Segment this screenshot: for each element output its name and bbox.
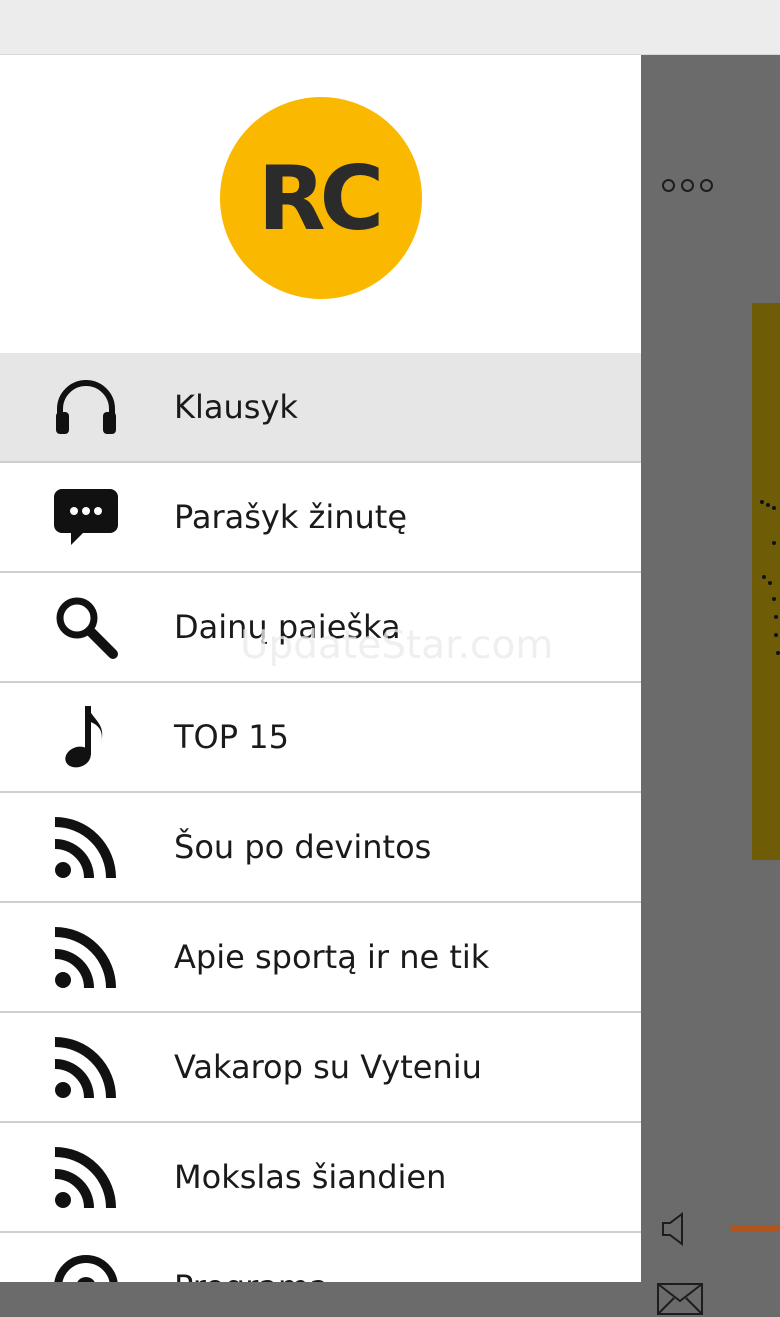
menu-item-label: Šou po devintos	[174, 828, 432, 866]
more-options-icon[interactable]	[662, 179, 713, 192]
broadcast-icon	[52, 1253, 120, 1282]
music-note-icon	[52, 703, 120, 771]
menu-item-label: Parašyk žinutę	[174, 498, 408, 536]
status-bar	[0, 0, 780, 55]
menu-item-sou-po-devintos[interactable]: Šou po devintos	[0, 793, 641, 903]
menu-item-apie-sporta[interactable]: Apie sportą ir ne tik	[0, 903, 641, 1013]
menu-item-label: TOP 15	[174, 718, 289, 756]
album-art	[752, 303, 780, 860]
volume-icon[interactable]	[660, 1211, 690, 1247]
rss-icon	[52, 1143, 120, 1211]
logo-text: RC	[257, 146, 384, 250]
menu-item-programa[interactable]: Programa	[0, 1233, 641, 1282]
headphones-icon	[52, 373, 120, 441]
search-icon	[52, 593, 120, 661]
menu-item-parasyk-zinute[interactable]: Parašyk žinutę	[0, 463, 641, 573]
menu-item-label: Dainų paieška	[174, 608, 401, 646]
menu-item-label: Klausyk	[174, 388, 298, 426]
chat-bubble-icon	[52, 483, 120, 551]
station-logo: RC	[220, 97, 422, 299]
drawer-header: RC	[0, 55, 641, 353]
rss-icon	[52, 1033, 120, 1101]
menu-item-label: Programa	[174, 1268, 329, 1282]
menu-item-mokslas-siandien[interactable]: Mokslas šiandien	[0, 1123, 641, 1233]
volume-slider[interactable]	[730, 1225, 780, 1231]
rss-icon	[52, 923, 120, 991]
rss-icon	[52, 813, 120, 881]
mail-icon[interactable]	[656, 1281, 704, 1317]
menu-item-label: Vakarop su Vyteniu	[174, 1048, 482, 1086]
menu-item-label: Apie sportą ir ne tik	[174, 938, 490, 976]
menu-item-dainu-paieska[interactable]: Dainų paieška	[0, 573, 641, 683]
navigation-drawer: RC Klausyk Parašyk žinutę Dainų paieška …	[0, 55, 641, 1282]
menu-item-top-15[interactable]: TOP 15	[0, 683, 641, 793]
menu-item-klausyk[interactable]: Klausyk	[0, 353, 641, 463]
menu-item-label: Mokslas šiandien	[174, 1158, 447, 1196]
menu-item-vakarop-su-vyteniu[interactable]: Vakarop su Vyteniu	[0, 1013, 641, 1123]
drawer-menu: Klausyk Parašyk žinutę Dainų paieška TOP…	[0, 353, 641, 1282]
